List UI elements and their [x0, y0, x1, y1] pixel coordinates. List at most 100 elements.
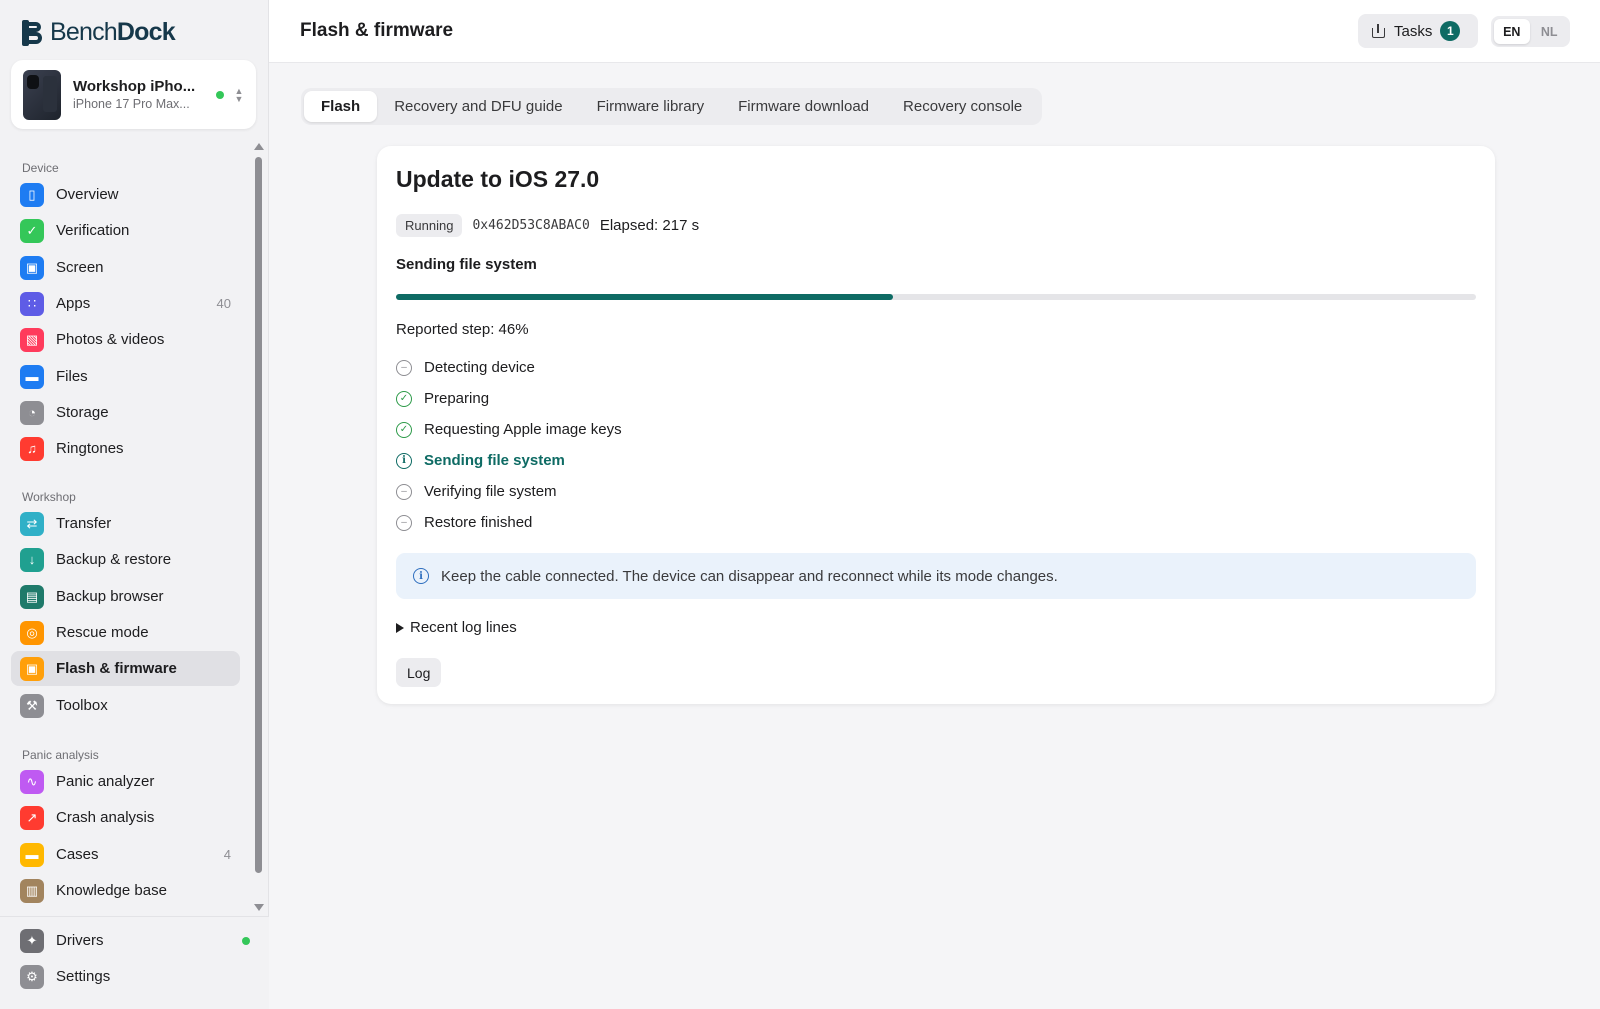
tab-firmware-library[interactable]: Firmware library: [580, 91, 722, 122]
sidebar-item-panic-analyzer[interactable]: ∿ Panic analyzer: [11, 764, 240, 799]
brand-logo: BenchDock: [22, 18, 176, 47]
sidebar-item-label: Settings: [56, 968, 111, 985]
sidebar-item-screen[interactable]: ▣ Screen: [11, 250, 240, 285]
section-label-panic-analysis: Panic analysis: [22, 748, 99, 762]
tab-firmware-download[interactable]: Firmware download: [721, 91, 886, 122]
sidebar-item-label: Screen: [56, 259, 104, 276]
sidebar-item-label: Crash analysis: [56, 809, 155, 826]
tasks-label: Tasks: [1394, 22, 1433, 40]
chevron-updown-icon: ▲ ▼: [234, 85, 244, 104]
brand-name-part1: Bench: [50, 18, 118, 46]
music-note-icon: ♫: [20, 436, 44, 461]
sidebar-item-storage[interactable]: ◔ Storage: [11, 395, 240, 430]
recent-log-lines-toggle[interactable]: Recent log lines: [396, 619, 517, 636]
sidebar-item-label: Toolbox: [56, 697, 108, 714]
sidebar-item-cases[interactable]: ▬ Cases 4: [11, 837, 240, 872]
info-notice-text: Keep the cable connected. The device can…: [441, 567, 1058, 585]
sidebar-scrollbar[interactable]: [252, 141, 266, 913]
minus-circle-icon: –: [396, 514, 412, 531]
tab-recovery-console[interactable]: Recovery console: [886, 91, 1039, 122]
sidebar-item-flash-and-firmware[interactable]: ▣ Flash & firmware: [11, 651, 240, 686]
flash-progress-card: Update to iOS 27.0 Running 0x462D53C8ABA…: [377, 146, 1495, 704]
step-label: Verifying file system: [424, 483, 557, 500]
sidebar-item-label: Flash & firmware: [56, 660, 177, 677]
sidebar-item-label: Files: [56, 368, 88, 385]
sidebar-item-apps[interactable]: ∷ Apps 40: [11, 286, 240, 321]
sidebar-item-toolbox[interactable]: ⚒ Toolbox: [11, 688, 240, 723]
wrench-icon: ⚒: [20, 693, 44, 718]
sidebar-item-transfer[interactable]: ⇄ Transfer: [11, 506, 240, 541]
current-step-heading: Sending file system: [396, 256, 537, 273]
language-option-nl[interactable]: NL: [1532, 19, 1568, 44]
sidebar-item-verification[interactable]: ✓ Verification: [11, 213, 240, 248]
flash-title: Update to iOS 27.0: [396, 166, 600, 192]
sidebar-footer: ✦ Drivers ⚙ Settings: [0, 916, 269, 1009]
folder-icon: ▬: [20, 364, 44, 389]
device-selector[interactable]: Workshop iPho... iPhone 17 Pro Max... ▲ ▼: [11, 60, 256, 129]
sidebar-item-drivers[interactable]: ✦ Drivers: [11, 923, 256, 958]
phone-icon: ▯: [20, 182, 44, 207]
device-ecid: 0x462D53C8ABAC0: [472, 218, 590, 233]
sidebar-item-count: 4: [223, 847, 231, 862]
check-circle-icon: ✓: [396, 390, 412, 407]
sidebar-item-label: Storage: [56, 404, 109, 421]
tasks-button[interactable]: Tasks 1: [1358, 14, 1478, 48]
info-circle-icon: i: [396, 452, 412, 469]
section-label-workshop: Workshop: [22, 490, 76, 504]
sidebar-item-label: Apps: [56, 295, 91, 312]
elapsed-time: Elapsed: 217 s: [599, 217, 700, 234]
step-item: i Sending file system: [396, 445, 622, 476]
log-button[interactable]: Log: [396, 658, 442, 687]
sidebar-item-backup-and-restore[interactable]: ↓ Backup & restore: [11, 542, 240, 577]
scroll-up-arrow-icon[interactable]: [254, 143, 264, 150]
step-label: Detecting device: [424, 359, 535, 376]
device-name: Workshop iPho...: [73, 78, 196, 95]
sidebar-item-knowledge-base[interactable]: ▥ Knowledge base: [11, 873, 240, 908]
waveform-icon: ∿: [20, 769, 44, 794]
step-label: Restore finished: [424, 514, 533, 531]
flash-meta-row: Running 0x462D53C8ABAC0 Elapsed: 217 s: [396, 214, 699, 237]
info-notice: i Keep the cable connected. The device c…: [396, 553, 1476, 599]
sidebar-item-label: Verification: [56, 222, 130, 239]
sidebar-item-crash-analysis[interactable]: ↗ Crash analysis: [11, 800, 240, 835]
step-item: – Restore finished: [396, 507, 622, 538]
sidebar-item-photos-and-videos[interactable]: ▧ Photos & videos: [11, 322, 240, 357]
tab-recovery-dfu-guide[interactable]: Recovery and DFU guide: [377, 91, 579, 122]
scroll-thumb[interactable]: [255, 157, 262, 873]
sidebar-item-backup-browser[interactable]: ▤ Backup browser: [11, 579, 240, 614]
check-circle-icon: ✓: [396, 421, 412, 438]
transfer-arrows-icon: ⇄: [20, 511, 44, 536]
minus-circle-icon: –: [396, 483, 412, 500]
step-item: – Detecting device: [396, 352, 622, 383]
reported-step: Reported step: 46%: [396, 321, 529, 338]
sidebar-item-label: Ringtones: [56, 440, 124, 457]
trend-chart-icon: ↗: [20, 805, 44, 830]
page-header: Flash & firmware Tasks 1 EN NL: [269, 0, 1600, 63]
storage-pie-icon: ◔: [20, 400, 44, 425]
sidebar-item-overview[interactable]: ▯ Overview: [11, 177, 240, 212]
sidebar-nav: Device ▯ Overview ✓ Verification ▣ Screen ∷ Apps…: [0, 141, 252, 913]
scroll-down-arrow-icon[interactable]: [254, 904, 264, 911]
step-label: Requesting Apple image keys: [424, 421, 622, 438]
backup-box-icon: ↓: [20, 547, 44, 572]
screen-icon: ▣: [20, 255, 44, 280]
step-label: Preparing: [424, 390, 490, 407]
language-switch: EN NL: [1491, 16, 1570, 47]
driver-status-dot: [242, 936, 250, 945]
language-option-en[interactable]: EN: [1494, 19, 1530, 44]
sidebar-item-settings[interactable]: ⚙ Settings: [11, 959, 256, 994]
progress-bar: [396, 294, 1476, 300]
sidebar-item-label: Transfer: [56, 515, 112, 532]
sidebar-item-ringtones[interactable]: ♫ Ringtones: [11, 431, 240, 466]
section-label-device: Device: [22, 161, 59, 175]
sidebar-item-rescue-mode[interactable]: ◎ Rescue mode: [11, 615, 240, 650]
sidebar-item-files[interactable]: ▬ Files: [11, 359, 240, 394]
brand-mark-icon: [22, 19, 42, 46]
sidebar-item-label: Panic analyzer: [56, 773, 155, 790]
case-folder-icon: ▬: [20, 842, 44, 867]
tab-flash[interactable]: Flash: [304, 91, 378, 122]
gear-icon: ⚙: [20, 964, 44, 989]
step-list: – Detecting device ✓ Preparing ✓ Requesting A…: [396, 352, 622, 538]
sidebar-item-label: Backup & restore: [56, 551, 172, 568]
sidebar-item-label: Knowledge base: [56, 882, 167, 899]
